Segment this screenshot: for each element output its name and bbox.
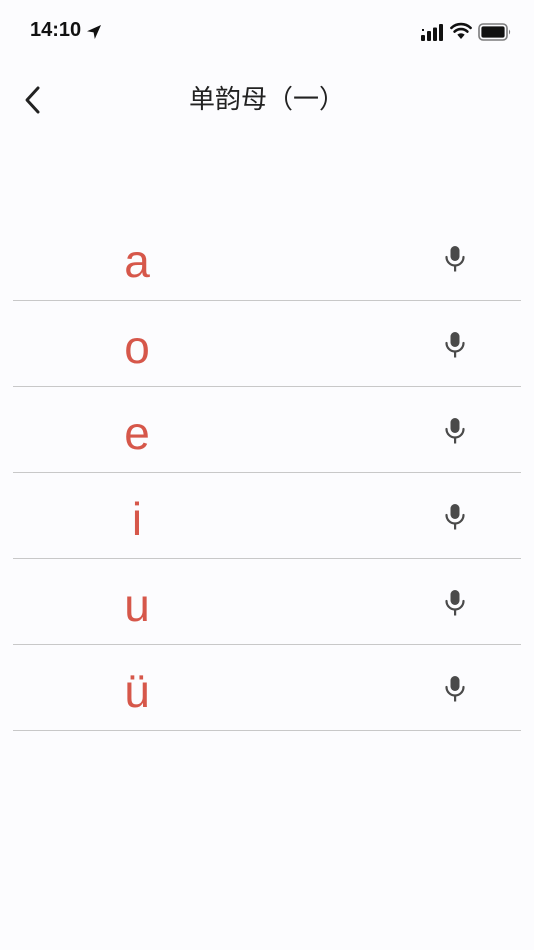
status-bar: 14:10: [0, 0, 534, 64]
battery-icon: [478, 23, 511, 41]
mic-button[interactable]: [441, 588, 469, 618]
location-arrow-icon: [87, 25, 101, 39]
pinyin-letter: o: [124, 321, 150, 373]
page-title: 单韵母（一）: [188, 85, 345, 115]
vowel-list: a o e i u ü: [13, 215, 521, 731]
navigation-bar: 单韵母（一）: [0, 70, 534, 130]
mic-button[interactable]: [441, 674, 469, 704]
pinyin-letter: i: [131, 493, 143, 545]
mic-icon: [445, 418, 465, 444]
pinyin-letter: a: [124, 235, 150, 287]
list-item[interactable]: e: [13, 387, 521, 473]
pinyin-letter: e: [124, 407, 150, 459]
mic-icon: [445, 504, 465, 530]
mic-icon: [445, 590, 465, 616]
mic-button[interactable]: [441, 244, 469, 274]
mic-icon: [445, 332, 465, 358]
wifi-icon: [450, 22, 472, 39]
pinyin-letter: ü: [124, 665, 150, 717]
status-time: 14:10: [30, 19, 82, 41]
list-item[interactable]: o: [13, 301, 521, 387]
mic-icon: [445, 246, 465, 272]
list-item[interactable]: u: [13, 559, 521, 645]
list-item[interactable]: ü: [13, 645, 521, 731]
cellular-signal-icon: [421, 24, 443, 41]
mic-button[interactable]: [441, 416, 469, 446]
mic-icon: [445, 676, 465, 702]
list-item[interactable]: a: [13, 215, 521, 301]
mic-button[interactable]: [441, 330, 469, 360]
list-item[interactable]: i: [13, 473, 521, 559]
pinyin-letter: u: [124, 579, 150, 631]
mic-button[interactable]: [441, 502, 469, 532]
